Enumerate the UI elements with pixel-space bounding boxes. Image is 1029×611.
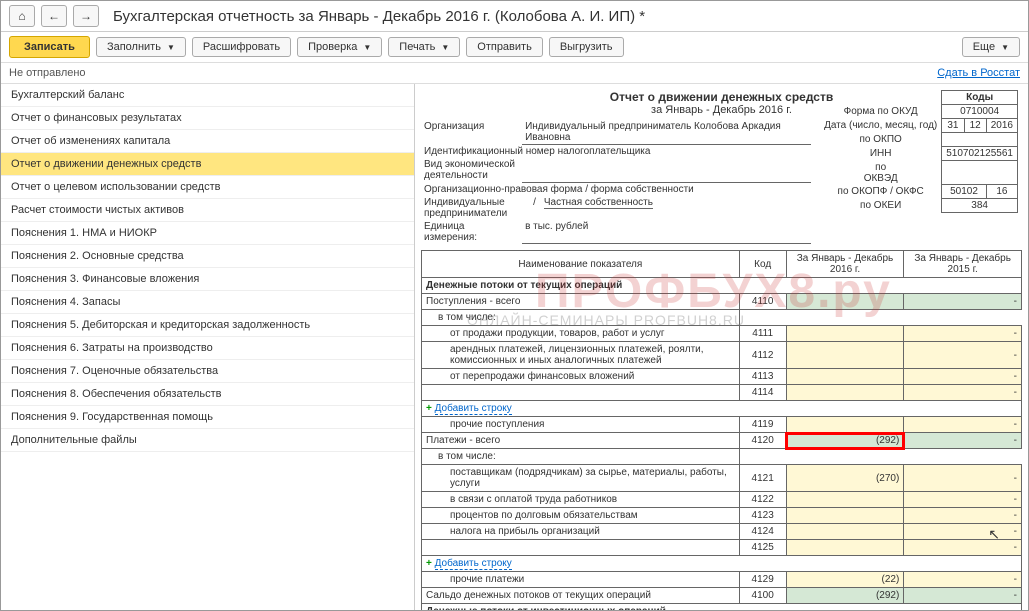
- page-title: Бухгалтерская отчетность за Январь - Дек…: [113, 8, 645, 25]
- export-button[interactable]: Выгрузить: [549, 37, 624, 57]
- activity-label: Вид экономической деятельности: [421, 158, 522, 182]
- add-row-link[interactable]: + Добавить строку: [422, 556, 1022, 572]
- table-row: + Добавить строку: [422, 401, 1022, 417]
- sidebar-item[interactable]: Пояснения 4. Запасы: [1, 291, 414, 314]
- form1: Индивидуальные предприниматели: [421, 196, 522, 220]
- more-label: Еще: [973, 41, 995, 53]
- sidebar-item[interactable]: Расчет стоимости чистых активов: [1, 199, 414, 222]
- form2: Частная собственность: [544, 197, 653, 209]
- okved-label: по ОКВЭД: [820, 161, 942, 185]
- sidebar-item[interactable]: Отчет о целевом использовании средств: [1, 176, 414, 199]
- table-row: 4114-: [422, 385, 1022, 401]
- okei-label: по ОКЕИ: [820, 199, 942, 213]
- table-row: процентов по долговым обязательствам4123…: [422, 508, 1022, 524]
- table-row: 4125-: [422, 540, 1022, 556]
- chevron-down-icon: ▼: [167, 43, 175, 52]
- org-label: Организация: [421, 120, 522, 145]
- table-row: поставщикам (подрядчикам) за сырье, мате…: [422, 465, 1022, 492]
- sidebar-item[interactable]: Бухгалтерский баланс: [1, 84, 414, 107]
- table-row: от перепродажи финансовых вложений4113-: [422, 369, 1022, 385]
- inn: 510702125561: [942, 147, 1018, 161]
- check-button[interactable]: Проверка ▼: [297, 37, 382, 57]
- col-name: Наименование показателя: [422, 251, 740, 278]
- sidebar-item[interactable]: Пояснения 1. НМА и НИОКР: [1, 222, 414, 245]
- table-row: Платежи - всего4120(292)-: [422, 433, 1022, 449]
- okud: 0710004: [942, 105, 1018, 119]
- sidebar-item[interactable]: Пояснения 7. Оценочные обязательства: [1, 360, 414, 383]
- sidebar-item[interactable]: Пояснения 2. Основные средства: [1, 245, 414, 268]
- table-row: Денежные потоки от инвестиционных операц…: [422, 604, 1022, 611]
- table-row: + Добавить строку: [422, 556, 1022, 572]
- codes-header: Коды: [942, 91, 1018, 105]
- table-row: налога на прибыль организаций4124-: [422, 524, 1022, 540]
- date-label: Дата (число, месяц, год): [820, 119, 942, 133]
- report-area: ПРОФБУХ8.ру ОНЛАЙН-СЕМИНАРЫ PROFBUH8.RU …: [415, 84, 1028, 610]
- okei: 384: [942, 199, 1018, 213]
- inn-label: Идентификационный номер налогоплательщик…: [421, 145, 811, 159]
- form-label: Организационно-правовая форма / форма со…: [421, 182, 811, 196]
- status-text: Не отправлено: [9, 67, 86, 79]
- forward-icon[interactable]: →: [73, 5, 99, 27]
- add-row-link[interactable]: + Добавить строку: [422, 401, 1022, 417]
- okud-label: Форма по ОКУД: [820, 105, 942, 119]
- fill-button[interactable]: Заполнить ▼: [96, 37, 186, 57]
- sidebar-item[interactable]: Отчет об изменениях капитала: [1, 130, 414, 153]
- col-y1: За Январь - Декабрь 2016 г.: [786, 251, 904, 278]
- table-row: в связи с оплатой труда работников4122-: [422, 492, 1022, 508]
- sidebar-item[interactable]: Отчет о движении денежных средств: [1, 153, 414, 176]
- more-button[interactable]: Еще ▼: [962, 37, 1020, 57]
- sidebar-item[interactable]: Пояснения 6. Затраты на производство: [1, 337, 414, 360]
- okopf-label: по ОКОПФ / ОКФС: [820, 185, 942, 199]
- col-y2: За Январь - Декабрь 2015 г.: [904, 251, 1022, 278]
- sidebar-item[interactable]: Пояснения 9. Государственная помощь: [1, 406, 414, 429]
- decode-button[interactable]: Расшифровать: [192, 37, 291, 57]
- okpo-label: по ОКПО: [820, 133, 942, 147]
- table-row: Сальдо денежных потоков от текущих опера…: [422, 588, 1022, 604]
- sidebar-item[interactable]: Дополнительные файлы: [1, 429, 414, 452]
- table-row: Денежные потоки от текущих операций: [422, 278, 1022, 294]
- unit-label: Единица измерения:: [421, 220, 522, 244]
- chevron-down-icon: ▼: [441, 43, 449, 52]
- sidebar-item[interactable]: Пояснения 8. Обеспечения обязательств: [1, 383, 414, 406]
- print-button[interactable]: Печать ▼: [388, 37, 460, 57]
- print-label: Печать: [399, 41, 435, 53]
- sidebar: Бухгалтерский балансОтчет о финансовых р…: [1, 84, 415, 610]
- sidebar-item[interactable]: Пояснения 3. Финансовые вложения: [1, 268, 414, 291]
- table-row: Поступления - всего4110-: [422, 294, 1022, 310]
- check-label: Проверка: [308, 41, 357, 53]
- rosstat-link[interactable]: Сдать в Росстат: [937, 67, 1020, 79]
- table-row: прочие поступления4119-: [422, 417, 1022, 433]
- unit-value: в тыс. рублей: [522, 220, 811, 244]
- table-row: арендных платежей, лицензионных платежей…: [422, 342, 1022, 369]
- fill-label: Заполнить: [107, 41, 161, 53]
- sidebar-item[interactable]: Пояснения 5. Дебиторская и кредиторская …: [1, 314, 414, 337]
- home-icon[interactable]: ⌂: [9, 5, 35, 27]
- col-code: Код: [739, 251, 786, 278]
- send-button[interactable]: Отправить: [466, 37, 543, 57]
- table-row: в том числе:: [422, 449, 1022, 465]
- org-value: Индивидуальный предприниматель Колобова …: [522, 120, 811, 145]
- table-row: от продажи продукции, товаров, работ и у…: [422, 326, 1022, 342]
- table-row: в том числе:: [422, 310, 1022, 326]
- write-button[interactable]: Записать: [9, 36, 90, 58]
- table-row: прочие платежи4129(22)-: [422, 572, 1022, 588]
- inn-r: ИНН: [820, 147, 942, 161]
- chevron-down-icon: ▼: [363, 43, 371, 52]
- sidebar-item[interactable]: Отчет о финансовых результатах: [1, 107, 414, 130]
- back-icon[interactable]: ←: [41, 5, 67, 27]
- data-table: Наименование показателя Код За Январь - …: [421, 250, 1022, 610]
- chevron-down-icon: ▼: [1001, 43, 1009, 52]
